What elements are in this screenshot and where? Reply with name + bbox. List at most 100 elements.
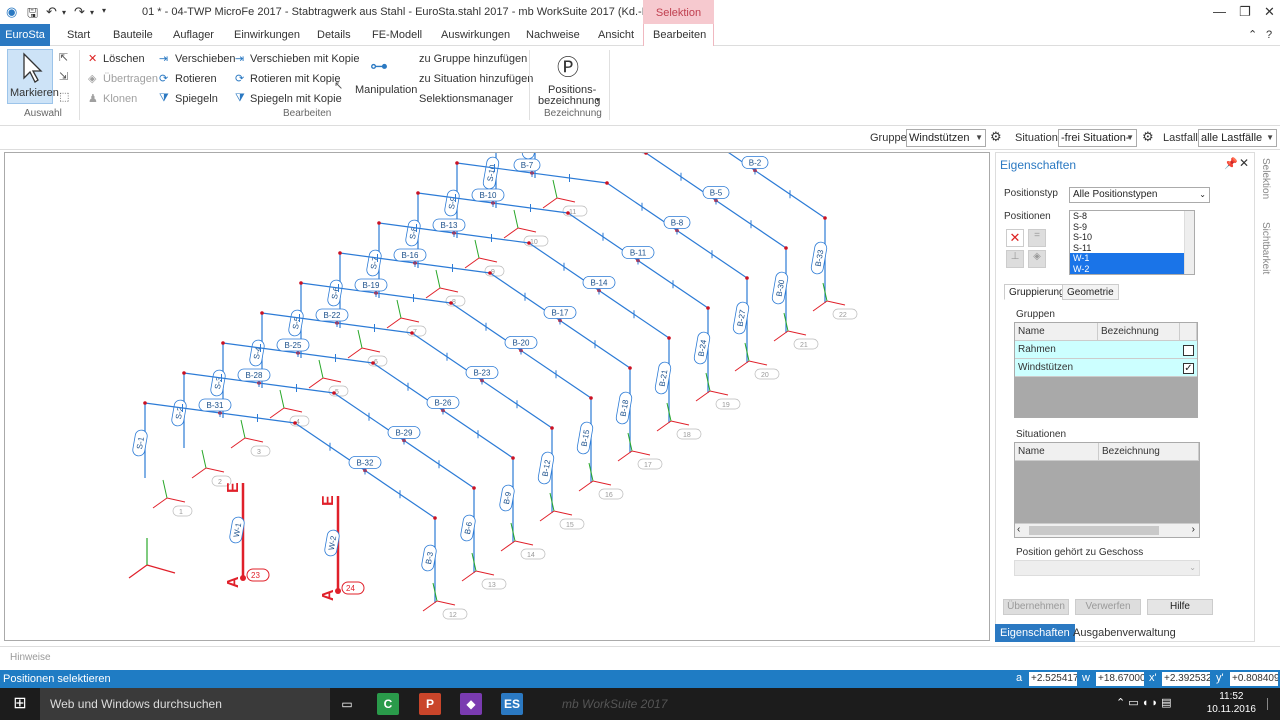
support-label[interactable]: 17	[644, 462, 652, 469]
support-label[interactable]: 1	[179, 509, 183, 516]
support-label[interactable]: 3	[257, 449, 261, 456]
tab-ausgabenverwaltung[interactable]: Ausgabenverwaltung	[1068, 624, 1181, 642]
gruppe-select[interactable]: Windstützen ▼	[906, 129, 986, 147]
list-item[interactable]: S-9	[1070, 222, 1194, 233]
tab-nachweise[interactable]: Nachweise	[526, 24, 580, 46]
redo-icon[interactable]: ↷	[74, 4, 85, 20]
rotieren-button[interactable]: Rotieren	[175, 73, 217, 85]
support-axis-line[interactable]	[474, 239, 480, 259]
beam-label[interactable]: B-28	[237, 368, 271, 382]
table-row[interactable]: Rahmen	[1015, 341, 1197, 359]
support-axis-line[interactable]	[539, 510, 555, 522]
support-axis-line[interactable]	[464, 257, 480, 269]
tab-selektion[interactable]: Selektion	[1260, 158, 1271, 199]
support-axis-line[interactable]	[396, 299, 402, 319]
support-label[interactable]: 22	[839, 312, 847, 319]
app-icon[interactable]: ◆	[460, 693, 482, 715]
support-axis-line[interactable]	[656, 420, 672, 432]
support-axis-line[interactable]	[205, 467, 225, 473]
beam-label[interactable]: B-32	[348, 456, 382, 469]
support-axis-line[interactable]	[269, 407, 285, 419]
node-point[interactable]	[550, 426, 554, 430]
checkbox-checked[interactable]: ✓	[1183, 363, 1194, 374]
support-label[interactable]: 13	[488, 582, 496, 589]
powerpoint-icon[interactable]: P	[419, 693, 441, 715]
camtasia-icon[interactable]: C	[377, 693, 399, 715]
support-axis-line[interactable]	[826, 300, 846, 306]
support-axis-line[interactable]	[347, 347, 363, 359]
node-point[interactable]	[706, 306, 710, 310]
spiegeln-kopie-button[interactable]: Spiegeln mit Kopie	[250, 93, 342, 105]
support-axis-line[interactable]	[513, 209, 519, 229]
hilfe-button[interactable]: Hilfe	[1147, 599, 1213, 615]
support-axis-line[interactable]	[240, 419, 246, 439]
support-axis-line[interactable]	[361, 347, 381, 353]
support-axis-line[interactable]	[279, 389, 285, 409]
support-axis-line[interactable]	[556, 197, 576, 203]
close-icon[interactable]: ✕	[1264, 4, 1275, 20]
save-icon[interactable]: 🖫	[27, 4, 38, 26]
support-axis-line[interactable]	[400, 317, 420, 323]
node-point[interactable]	[449, 301, 453, 305]
node-point[interactable]	[488, 271, 492, 275]
support-axis-line[interactable]	[553, 510, 573, 516]
support-axis-line[interactable]	[478, 257, 498, 263]
node-point[interactable]	[628, 366, 632, 370]
undo-dropdown-icon[interactable]: ▾	[62, 8, 66, 17]
support-axis-line[interactable]	[500, 540, 516, 552]
klonen-button[interactable]: Klonen	[103, 93, 137, 105]
notifications-icon[interactable]	[1267, 698, 1275, 710]
support-axis-line[interactable]	[191, 467, 207, 479]
column-label[interactable]: S-10	[482, 156, 500, 190]
support-axis-line[interactable]	[152, 497, 168, 509]
lastfall-select[interactable]: alle Lastfälle ▼	[1198, 129, 1277, 147]
column-label[interactable]: S-2	[171, 399, 187, 427]
help-icon[interactable]: ?	[1266, 24, 1272, 46]
support-axis-line[interactable]	[283, 407, 303, 413]
scroll-right-icon[interactable]: ›	[1192, 524, 1195, 535]
scroll-thumb[interactable]	[1029, 526, 1159, 535]
support-label[interactable]: 15	[566, 522, 574, 529]
gruppen-grid[interactable]: Name Bezeichnung Rahmen Windstützen ✓	[1014, 322, 1198, 418]
tab-eigenschaften[interactable]: Eigenschaften	[995, 624, 1075, 642]
support-axis-line[interactable]	[166, 497, 186, 503]
tab-geometrie[interactable]: Geometrie	[1062, 284, 1119, 300]
node-point[interactable]	[260, 311, 264, 315]
beam-label[interactable]: B-16	[393, 248, 427, 262]
clock[interactable]: 11:52 10.11.2016	[1207, 690, 1256, 716]
tab-auflager[interactable]: Auflager	[173, 24, 214, 46]
list-item-selected[interactable]: W-1	[1070, 253, 1194, 264]
column-label[interactable]: S-8	[405, 219, 421, 247]
node-point[interactable]	[410, 331, 414, 335]
select-small-icon-1[interactable]: ⇱	[59, 51, 68, 64]
support-label[interactable]: 24	[346, 584, 355, 593]
beam-label[interactable]: B-22	[315, 308, 349, 322]
select-small-icon-2[interactable]: ⇲	[59, 70, 68, 83]
axis-x-line[interactable]	[146, 564, 176, 574]
verschieben-button[interactable]: Verschieben	[175, 53, 236, 65]
node-point[interactable]	[745, 276, 749, 280]
beam-label[interactable]: B-19	[354, 278, 388, 292]
support-label[interactable]: 16	[605, 492, 613, 499]
column-label[interactable]: S-6	[327, 279, 343, 307]
support-axis-line[interactable]	[162, 479, 168, 499]
support-label[interactable]: 18	[683, 432, 691, 439]
node-point[interactable]	[377, 221, 381, 225]
node-point[interactable]	[784, 246, 788, 250]
support-axis-line[interactable]	[244, 437, 264, 443]
beam-label[interactable]: B-17	[543, 306, 577, 319]
section-marker-e[interactable]: E	[225, 482, 242, 493]
node-point[interactable]	[332, 391, 336, 395]
situationen-grid[interactable]: Name Bezeichnung ‹ ›	[1014, 442, 1200, 538]
system-tray-icons[interactable]: ⌃ ▭ ◖ ◗ ▤	[1116, 696, 1172, 709]
beam-label[interactable]: B-26	[426, 396, 460, 409]
task-view-icon[interactable]: ▭	[336, 693, 358, 715]
support-axis-line[interactable]	[475, 570, 495, 576]
beam-label[interactable]: B-7	[513, 158, 541, 172]
support-axis-line[interactable]	[230, 437, 246, 449]
column-label[interactable]: S-4	[249, 339, 265, 367]
node-point[interactable]	[566, 211, 570, 215]
manipulation-button[interactable]: Manipulation	[355, 84, 417, 96]
support-axis-line[interactable]	[578, 480, 594, 492]
node-point[interactable]	[143, 401, 147, 405]
